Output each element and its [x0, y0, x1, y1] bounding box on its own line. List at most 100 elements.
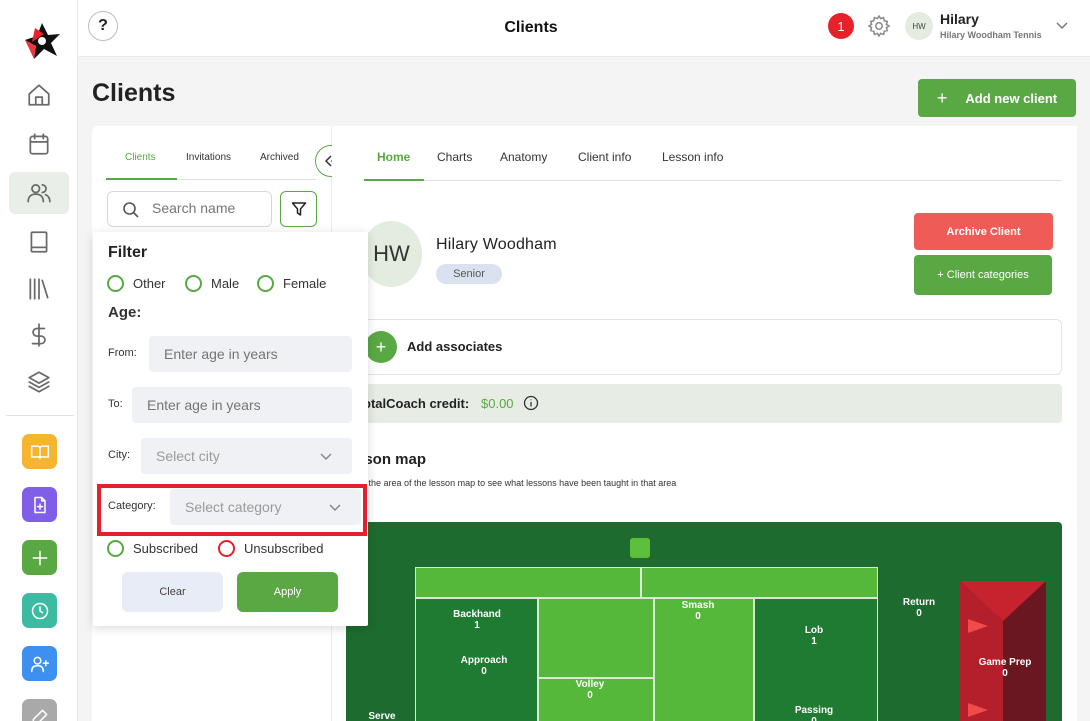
user-name[interactable]: Hilary [940, 11, 979, 27]
clear-button[interactable]: Clear [122, 572, 223, 612]
lesson-map-subtitle: on the area of the lesson map to see wha… [356, 478, 677, 488]
detail-tab-indicator [364, 179, 424, 181]
nav-notebook-button[interactable] [9, 221, 69, 263]
tab-archived[interactable]: Archived [260, 152, 299, 163]
radio-subscribed[interactable] [107, 540, 124, 557]
user-organization: Hilary Woodham Tennis [940, 30, 1042, 40]
zone-label-lob: Lob 1 [804, 625, 824, 647]
tab-anatomy[interactable]: Anatomy [500, 150, 547, 164]
add-new-client-label: Add new client [965, 90, 1058, 106]
top-bar: ? Clients 1 HW Hilary Hilary Woodham Ten… [78, 0, 1090, 57]
net-marker[interactable] [630, 538, 650, 558]
search-box [107, 191, 272, 227]
quick-timer-button[interactable] [22, 593, 57, 628]
user-avatar[interactable]: HW [905, 12, 933, 40]
tab-clients[interactable]: Clients [125, 152, 156, 163]
radio-female[interactable] [257, 275, 274, 292]
radio-label-female: Female [283, 276, 327, 291]
radio-label-unsubscribed: Unsubscribed [244, 541, 324, 556]
filter-title: Filter [108, 244, 148, 261]
radio-label-other: Other [133, 276, 166, 291]
nav-library-button[interactable] [9, 268, 69, 310]
add-new-client-button[interactable]: + Add new client [918, 79, 1076, 117]
chevron-down-icon[interactable] [1055, 18, 1069, 32]
client-name: Hilary Woodham [436, 236, 557, 253]
credit-value: $0.00 [481, 396, 514, 411]
zone-mid-left[interactable] [538, 598, 654, 678]
nav-calendar-button[interactable] [9, 123, 69, 165]
gear-icon[interactable] [867, 14, 891, 38]
from-label: From: [108, 347, 137, 359]
app-logo[interactable] [22, 20, 62, 62]
zone-label-backhand: Backhand 1 [453, 609, 501, 631]
plus-icon [32, 550, 47, 565]
radio-unsubscribed[interactable] [218, 540, 235, 557]
client-avatar: HW [361, 221, 422, 287]
filter-button[interactable] [280, 191, 317, 227]
radio-other[interactable] [107, 275, 124, 292]
book-icon [30, 231, 48, 253]
to-label: To: [108, 398, 123, 410]
zone-top-left[interactable] [415, 567, 641, 598]
tab-lesson-info[interactable]: Lesson info [662, 150, 723, 164]
tab-home[interactable]: Home [377, 150, 410, 164]
open-book-icon [30, 444, 49, 459]
plus-icon: + [936, 87, 948, 108]
client-categories-button[interactable]: + Client categories [914, 255, 1052, 295]
edit-icon [32, 709, 47, 721]
notification-badge[interactable]: 1 [828, 13, 854, 39]
add-associates-plus-icon[interactable]: + [365, 331, 397, 363]
user-plus-icon [30, 656, 49, 672]
clock-icon [31, 602, 48, 619]
quick-add-user-button[interactable] [22, 646, 57, 681]
tab-charts[interactable]: Charts [437, 150, 472, 164]
zone-label-return: Return 0 [902, 597, 936, 619]
credit-bar: otalCoach credit: $0.00 [350, 384, 1062, 423]
quick-add-document-button[interactable] [22, 487, 57, 522]
search-input[interactable] [152, 200, 267, 216]
chevron-down-icon [320, 453, 332, 461]
archive-client-button[interactable]: Archive Client [914, 213, 1053, 250]
detail-tab-divider [364, 180, 1062, 181]
left-nav-rail [0, 0, 78, 721]
zone-top-right[interactable] [641, 567, 878, 598]
filter-icon [291, 202, 306, 216]
lesson-map-court: Backhand 1 Approach 0 Smash 0 Volley 0 Lob 1 … [346, 522, 1062, 721]
dollar-icon [31, 323, 46, 347]
apply-button[interactable]: Apply [237, 572, 338, 612]
file-plus-icon [33, 496, 46, 513]
quick-lesson-book-button[interactable] [22, 434, 57, 469]
zone-label-approach: Approach 0 [460, 655, 508, 677]
filter-popup: Filter Other Male Female Age: From: To: … [93, 232, 368, 626]
quick-add-button[interactable] [22, 540, 57, 575]
city-select-value: Select city [156, 448, 220, 464]
category-highlight-box [97, 484, 367, 536]
info-icon[interactable] [523, 395, 539, 411]
add-associates-label: Add associates [407, 339, 503, 354]
add-associates-card[interactable]: + Add associates [350, 319, 1062, 375]
zone-lob[interactable] [754, 598, 878, 721]
calendar-icon [29, 133, 49, 155]
zone-label-smash: Smash 0 [681, 600, 715, 622]
nav-home-button[interactable] [9, 74, 69, 116]
age-from-input[interactable] [149, 336, 352, 372]
tab-client-info[interactable]: Client info [578, 150, 631, 164]
nav-billing-button[interactable] [9, 314, 69, 356]
zone-label-passing: Passing 0 [794, 705, 834, 721]
quick-edit-button[interactable] [22, 699, 57, 721]
zone-label-volley: Volley 0 [575, 679, 605, 701]
tab-invitations[interactable]: Invitations [186, 152, 231, 163]
nav-clients-button[interactable] [9, 172, 69, 214]
city-select[interactable]: Select city [141, 438, 352, 474]
game-prep-area[interactable] [960, 581, 1046, 721]
zone-label-game-prep: Game Prep 0 [978, 657, 1032, 679]
age-to-input[interactable] [132, 387, 352, 423]
page-title: Clients [92, 79, 176, 107]
city-label: City: [108, 449, 130, 461]
age-heading: Age: [108, 304, 142, 321]
radio-male[interactable] [185, 275, 202, 292]
nav-layers-button[interactable] [9, 361, 69, 403]
list-tab-indicator [106, 178, 177, 180]
library-icon [29, 278, 49, 300]
client-category-badge: Senior [436, 264, 502, 284]
